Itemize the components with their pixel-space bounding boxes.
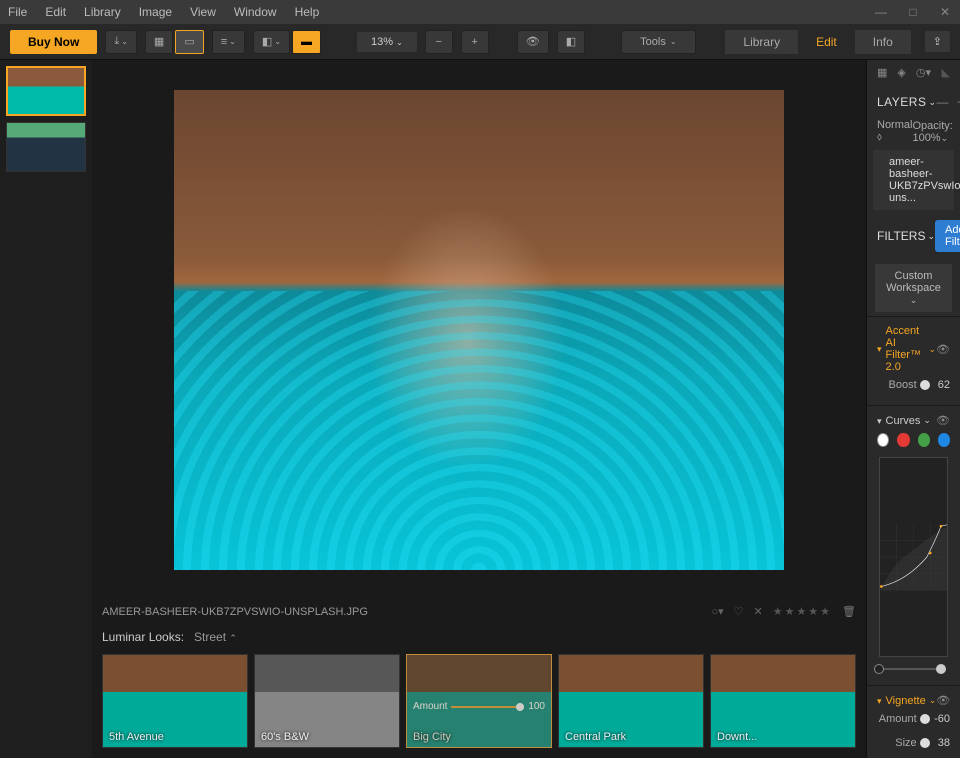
buy-now-button[interactable]: Buy Now (10, 30, 97, 54)
color-tag-icon[interactable]: ○▾ (711, 605, 723, 618)
white-point-knob[interactable] (936, 664, 946, 674)
filter-accent-title[interactable]: Accent AI Filter™ 2.0 ⌄👁 (877, 325, 950, 373)
thumbnail-1[interactable] (6, 66, 86, 116)
list-view-button[interactable]: ≡⌄ (212, 30, 245, 54)
histogram-warning-left-icon[interactable]: ◣ (942, 66, 950, 79)
filter-curves: Curves ⌄👁 (867, 405, 960, 685)
workspace-dropdown[interactable]: Custom Workspace ⌄ (875, 264, 952, 312)
histogram-mode-row: ▦ ◈ ◷▾ ◣ (867, 60, 960, 85)
looks-label: Luminar Looks: (102, 630, 184, 644)
menu-image[interactable]: Image (139, 5, 172, 19)
curve-editor[interactable] (879, 457, 948, 657)
toolbar: Buy Now ⤓⌄ ▦ ▭ ≡⌄ ◧⌄ ▬ 13% ⌄ − + 👁 ◧ Too… (0, 24, 960, 60)
minimize-icon[interactable]: — (874, 5, 888, 19)
zoom-out-button[interactable]: − (425, 30, 453, 54)
curve-channels (877, 427, 950, 453)
photo-preview (174, 90, 784, 570)
filters-title[interactable]: FILTERS (877, 229, 925, 243)
thumbnail-2[interactable] (6, 122, 86, 172)
eye-icon[interactable]: 👁 (936, 694, 950, 707)
menubar: File Edit Library Image View Window Help… (0, 0, 960, 24)
filmstrip-toggle-button[interactable]: ▬ (292, 30, 321, 54)
blend-mode-dropdown[interactable]: Normal ⬨ (877, 119, 912, 144)
add-filters-button[interactable]: Add Filters (935, 220, 960, 252)
layer-remove-icon[interactable]: — (937, 95, 950, 109)
canvas[interactable] (92, 60, 866, 599)
rating-stars[interactable]: ★★★★★ (773, 605, 832, 618)
menu-edit[interactable]: Edit (45, 5, 66, 19)
look-60s-bw[interactable]: 60's B&W (254, 654, 400, 748)
reject-icon[interactable]: ✕ (754, 605, 763, 618)
menu-file[interactable]: File (8, 5, 27, 19)
look-big-city[interactable]: Amount100 Big City (406, 654, 552, 748)
filter-curves-title[interactable]: Curves ⌄👁 (877, 414, 950, 427)
look-central-park[interactable]: Central Park (558, 654, 704, 748)
tab-edit[interactable]: Edit (798, 30, 855, 54)
eye-icon[interactable]: 👁 (936, 343, 950, 356)
filters-header: FILTERS⌄ Add Filters (867, 212, 960, 260)
filter-vignette-title[interactable]: Vignette ⌄👁 (877, 694, 950, 707)
black-point-knob[interactable] (874, 664, 884, 674)
view-grid-button[interactable]: ▦ (145, 30, 173, 54)
share-button[interactable]: ⇪ (925, 31, 950, 52)
looks-header: Luminar Looks: Street ⌃ (92, 624, 866, 650)
menu-library[interactable]: Library (84, 5, 121, 19)
blend-row: Normal ⬨ Opacity: 100%⌄ ⚙▾ (867, 115, 960, 148)
looks-row: 5th Avenue 60's B&W Amount100 Big City C… (92, 650, 866, 758)
filmstrip (0, 60, 92, 758)
zoom-value[interactable]: 13% ⌄ (357, 32, 417, 52)
layer-item[interactable]: ameer-basheer-UKB7zPVswIo-uns... (873, 150, 954, 210)
curve-channel-white[interactable] (877, 433, 889, 447)
filter-vignette: Vignette ⌄👁 Amount-60 Size38 Roundness35… (867, 685, 960, 758)
looks-category-dropdown[interactable]: Street ⌃ (194, 630, 237, 644)
look-5th-avenue[interactable]: 5th Avenue (102, 654, 248, 748)
curve-channel-blue[interactable] (938, 433, 950, 447)
filter-accent-ai: Accent AI Filter™ 2.0 ⌄👁 Boost 62 (867, 316, 960, 405)
preview-toggle-button[interactable]: 👁 (517, 30, 549, 54)
close-icon[interactable]: ✕ (938, 5, 952, 19)
look-downtown[interactable]: Downt... (710, 654, 856, 748)
curve-channel-red[interactable] (897, 433, 909, 447)
menu-help[interactable]: Help (295, 5, 320, 19)
tab-library[interactable]: Library (725, 30, 798, 54)
layer-name: ameer-basheer-UKB7zPVswIo-uns... (889, 156, 960, 204)
histogram-layers-icon[interactable]: ◈ (897, 66, 905, 79)
boost-slider[interactable]: Boost 62 (877, 373, 950, 397)
favorite-icon[interactable]: ♡ (734, 605, 744, 618)
vignette-amount-slider[interactable]: Amount-60 (877, 707, 950, 731)
vignette-size-slider[interactable]: Size38 (877, 731, 950, 755)
tab-info[interactable]: Info (855, 30, 911, 54)
export-button[interactable]: ⤓⌄ (105, 30, 137, 54)
compare-button[interactable]: ◧⌄ (253, 30, 290, 54)
curve-channel-green[interactable] (918, 433, 930, 447)
menu-view[interactable]: View (190, 5, 216, 19)
histogram-image-icon[interactable]: ▦ (877, 66, 887, 79)
image-meta-bar: AMEER-BASHEER-UKB7ZPVSWIO-UNSPLASH.JPG ○… (92, 599, 866, 624)
layers-header[interactable]: LAYERS⌄ —+ (867, 89, 960, 115)
trash-icon[interactable]: 🗑 (842, 605, 856, 618)
before-after-button[interactable]: ◧ (557, 30, 585, 54)
zoom-in-button[interactable]: + (461, 30, 489, 54)
tools-dropdown[interactable]: Tools ⌄ (621, 30, 695, 54)
center-panel: AMEER-BASHEER-UKB7ZPVSWIO-UNSPLASH.JPG ○… (92, 60, 866, 758)
right-panel: ▦ ◈ ◷▾ ◣ ◢ LAYERS⌄ —+ Normal ⬨ Opacity: … (866, 60, 960, 758)
histogram-clock-icon[interactable]: ◷▾ (916, 66, 931, 79)
maximize-icon[interactable]: □ (906, 5, 920, 19)
eye-icon[interactable]: 👁 (936, 414, 950, 427)
filename-label: AMEER-BASHEER-UKB7ZPVSWIO-UNSPLASH.JPG (102, 606, 368, 618)
view-single-button[interactable]: ▭ (175, 30, 203, 54)
curve-black-white-points[interactable] (877, 661, 950, 677)
menu-window[interactable]: Window (234, 5, 277, 19)
